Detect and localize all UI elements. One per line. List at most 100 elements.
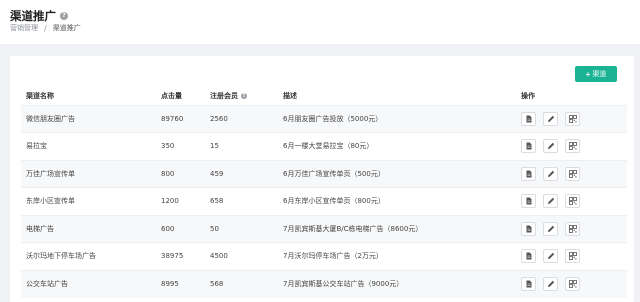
view-button[interactable] xyxy=(521,249,536,264)
edit-button[interactable] xyxy=(543,166,558,181)
cell-clicks: 1200 xyxy=(156,187,205,215)
col-header-name: 渠道名称 xyxy=(26,92,54,101)
qrcode-button[interactable] xyxy=(565,277,580,291)
document-icon xyxy=(525,197,533,205)
table-row: 电梯广告 600 50 7月凯宾斯基大厦B/C栋电梯广告（8600元） xyxy=(21,214,627,243)
view-button[interactable] xyxy=(521,111,536,126)
pencil-icon xyxy=(547,142,555,150)
cell-members: 568 xyxy=(205,269,278,298)
qrcode-button[interactable] xyxy=(565,249,580,264)
qrcode-icon xyxy=(568,224,577,233)
qrcode-button[interactable] xyxy=(565,194,580,209)
table-row: 易拉宝 350 15 6月一楼大堂易拉宝（80元） xyxy=(21,132,627,160)
help-icon[interactable]: ? xyxy=(60,12,68,20)
document-icon xyxy=(525,280,533,288)
row-actions xyxy=(521,249,627,264)
row-actions xyxy=(521,194,627,209)
view-button[interactable] xyxy=(521,139,536,154)
cell-desc: 7月凯宾斯基大厦B/C栋电梯广告（8600元） xyxy=(278,214,516,243)
cell-name: 沃尔玛地下停车场广告 xyxy=(21,242,156,270)
cell-desc: 6月万佳广场宣传单页（500元） xyxy=(278,159,516,188)
edit-button[interactable] xyxy=(543,277,558,291)
edit-button[interactable] xyxy=(543,194,558,209)
cell-clicks: 8995 xyxy=(156,269,205,298)
breadcrumb: 营销管理 / 渠道推广 xyxy=(10,23,81,33)
cell-desc: 7月沃尔玛停车场广告（2万元） xyxy=(278,242,516,270)
edit-button[interactable] xyxy=(543,139,558,154)
view-button[interactable] xyxy=(521,221,536,236)
col-header-ops: 操作 xyxy=(521,92,535,101)
row-actions xyxy=(521,221,627,236)
cell-name: 万佳广场宣传单 xyxy=(21,159,156,188)
col-header-members-label: 注册会员 xyxy=(210,92,238,101)
qrcode-icon xyxy=(568,197,577,206)
cell-name: 公交车站广告 xyxy=(21,269,156,298)
pencil-icon xyxy=(547,280,555,288)
cell-members: 50 xyxy=(205,214,278,243)
cell-members: 459 xyxy=(205,159,278,188)
cell-ops xyxy=(516,242,627,270)
row-actions xyxy=(521,277,627,291)
document-icon xyxy=(525,170,533,178)
cell-ops xyxy=(516,132,627,160)
page-title-text: 渠道推广 xyxy=(10,9,56,23)
cell-members: 4500 xyxy=(205,242,278,270)
table-row: 公交车站广告 8995 568 7月凯宾斯基公交车站广告（9000元） xyxy=(21,269,627,298)
page-header: 渠道推广 ? 营销管理 / 渠道推广 xyxy=(0,0,640,44)
cell-clicks: 800 xyxy=(156,159,205,188)
cell-desc: 7月凯宾斯基公交车站广告（9000元） xyxy=(278,269,516,298)
cell-ops xyxy=(516,159,627,188)
qrcode-icon xyxy=(568,280,577,288)
edit-button[interactable] xyxy=(543,221,558,236)
pencil-icon xyxy=(547,170,555,178)
cell-ops xyxy=(516,104,627,133)
cell-desc: 6月朋友圈广告投放（5000元） xyxy=(278,104,516,133)
view-button[interactable] xyxy=(521,277,536,291)
edit-button[interactable] xyxy=(543,249,558,264)
cell-name: 东岸小区宣传单 xyxy=(21,187,156,215)
col-header-members: 注册会员? xyxy=(205,88,278,105)
document-icon xyxy=(525,252,533,260)
plus-icon: + xyxy=(585,69,591,79)
qrcode-button[interactable] xyxy=(565,166,580,181)
qrcode-icon xyxy=(568,142,577,151)
cell-name: 微信朋友圈广告 xyxy=(21,104,156,133)
qrcode-button[interactable] xyxy=(565,221,580,236)
help-icon[interactable]: ? xyxy=(241,93,247,100)
row-actions xyxy=(521,139,627,154)
cell-ops xyxy=(516,269,627,298)
table-row: 东岸小区宣传单 1200 658 6月东岸小区宣传单页（800元） xyxy=(21,187,627,215)
pencil-icon xyxy=(547,225,555,233)
breadcrumb-separator: / xyxy=(44,23,47,33)
view-button[interactable] xyxy=(521,166,536,181)
qrcode-button[interactable] xyxy=(565,111,580,126)
edit-button[interactable] xyxy=(543,111,558,126)
qrcode-button[interactable] xyxy=(565,139,580,154)
table-row: 万佳广场宣传单 800 459 6月万佳广场宣传单页（500元） xyxy=(21,159,627,188)
document-icon xyxy=(525,115,533,123)
col-header-desc: 描述 xyxy=(283,92,297,101)
cell-desc: 6月东岸小区宣传单页（800元） xyxy=(278,187,516,215)
cell-ops xyxy=(516,187,627,215)
cell-clicks: 89760 xyxy=(156,104,205,133)
page-title: 渠道推广 ? xyxy=(10,8,68,24)
qrcode-icon xyxy=(568,252,577,261)
pencil-icon xyxy=(547,115,555,123)
cell-desc: 6月一楼大堂易拉宝（80元） xyxy=(278,132,516,160)
add-channel-label: 渠道 xyxy=(592,71,607,78)
channel-table: 渠道名称 点击量 注册会员? 描述 操作 微信朋友圈广告 89760 2560 6月朋… xyxy=(21,88,627,298)
col-header-clicks: 点击量 xyxy=(161,92,182,101)
breadcrumb-current: 渠道推广 xyxy=(52,24,81,32)
add-channel-button[interactable]: + 渠道 xyxy=(575,66,617,82)
pencil-icon xyxy=(547,252,555,260)
view-button[interactable] xyxy=(521,194,536,209)
breadcrumb-parent[interactable]: 营销管理 xyxy=(10,23,38,33)
qrcode-icon xyxy=(568,169,577,178)
table-row: 沃尔玛地下停车场广告 38975 4500 7月沃尔玛停车场广告（2万元） xyxy=(21,242,627,270)
document-icon xyxy=(525,142,533,150)
cell-clicks: 350 xyxy=(156,132,205,160)
cell-clicks: 38975 xyxy=(156,242,205,270)
cell-ops xyxy=(516,214,627,243)
document-icon xyxy=(525,225,533,233)
cell-members: 658 xyxy=(205,187,278,215)
